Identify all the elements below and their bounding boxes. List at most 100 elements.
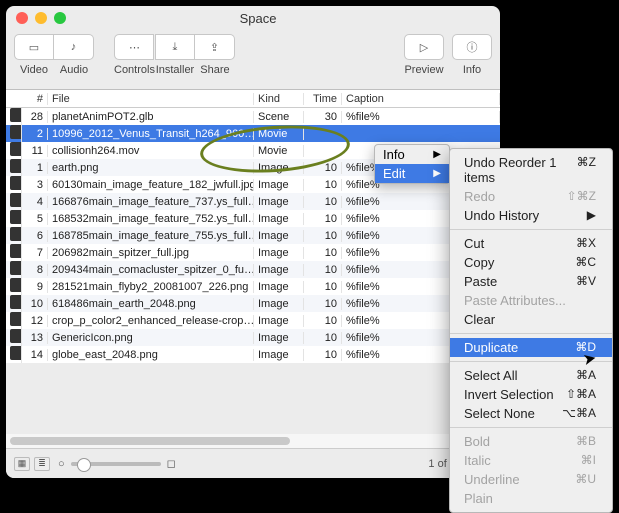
cell-file: GenericIcon.png <box>48 332 254 344</box>
menu-item: Redo⇧⌘Z <box>450 187 612 206</box>
col-file[interactable]: File <box>48 93 254 105</box>
chevron-right-icon: ▶ <box>433 168 441 179</box>
cell-kind: Image <box>254 332 304 344</box>
menu-label: Italic <box>464 453 491 468</box>
menu-item[interactable]: Cut ⌘X <box>450 234 612 253</box>
cell-num: 10 <box>22 298 48 310</box>
menu-label: Invert Selection <box>464 387 554 402</box>
cell-file: 209434main_comacluster_spitzer_0_fu… <box>48 264 254 276</box>
menu-shortcut: ⌘Z <box>577 155 596 185</box>
table-row[interactable]: 12crop_p_color2_enhanced_release-crop…Im… <box>6 312 500 329</box>
installer-button[interactable]: ⤓Installer <box>155 34 195 76</box>
col-caption[interactable]: Caption <box>342 93 500 105</box>
cell-kind: Image <box>254 349 304 361</box>
menu-shortcut: ⌘V <box>576 274 596 289</box>
cell-file: 281521main_flyby2_20081007_226.png <box>48 281 254 293</box>
titlebar[interactable]: Space <box>6 6 500 30</box>
cell-time: 10 <box>304 332 342 344</box>
thumbnail-icon <box>10 261 22 275</box>
menu-label: Select None <box>464 406 535 421</box>
menu-label: Underline <box>464 472 520 487</box>
menu-item[interactable]: Invert Selection⇧⌘A <box>450 385 612 404</box>
menu-shortcut: ⌘X <box>576 236 596 251</box>
cell-time: 10 <box>304 213 342 225</box>
menu-label: Cut <box>464 236 484 251</box>
cell-caption: %file% <box>342 111 500 123</box>
cell-time: 10 <box>304 298 342 310</box>
video-button[interactable]: ▭Video <box>14 34 54 76</box>
cell-time: 10 <box>304 196 342 208</box>
col-num[interactable]: # <box>22 93 48 105</box>
share-button[interactable]: ⇪Share <box>195 34 235 76</box>
menu-label: Select All <box>464 368 517 383</box>
menu-item: Italic⌘I <box>450 451 612 470</box>
preview-button[interactable]: ▷Preview <box>404 34 444 76</box>
col-time[interactable]: Time <box>304 93 342 105</box>
table-row[interactable]: 10618486main_earth_2048.pngImage10%file% <box>6 295 500 312</box>
menu-item[interactable]: Clear <box>450 310 612 329</box>
controls-button[interactable]: ⋯Controls <box>114 34 155 76</box>
menu-shortcut: ⌘B <box>576 434 596 449</box>
footer: ▦ ≣ ○ ◻ 1 of 29 Items <box>6 448 500 478</box>
cell-num: 4 <box>22 196 48 208</box>
cell-num: 9 <box>22 281 48 293</box>
list-view-icon[interactable]: ≣ <box>34 457 50 471</box>
cell-file: 168785main_image_feature_755.ys_full… <box>48 230 254 242</box>
thumbnail-icon <box>10 227 22 241</box>
menu-label: Paste Attributes... <box>464 293 566 308</box>
cell-time: 10 <box>304 179 342 191</box>
thumbnail-icon <box>10 125 22 139</box>
table-row[interactable]: 7206982main_spitzer_full.jpgImage10%file… <box>6 244 500 261</box>
cell-kind: Image <box>254 213 304 225</box>
table-header[interactable]: # File Kind Time Caption <box>6 90 500 108</box>
menu-item[interactable]: Paste⌘V <box>450 272 612 291</box>
menu-item[interactable]: Copy⌘C <box>450 253 612 272</box>
thumbnail-icon <box>10 295 22 309</box>
cell-file: 206982main_spitzer_full.jpg <box>48 247 254 259</box>
menu-label: Undo Reorder 1 items <box>464 155 577 185</box>
thumbnail-icon <box>10 210 22 224</box>
popover-info[interactable]: Info▶ <box>375 145 449 164</box>
table-row[interactable]: 14globe_east_2048.pngImage10%file% <box>6 346 500 363</box>
cell-time: 10 <box>304 230 342 242</box>
menu-item[interactable]: Undo History▶ <box>450 206 612 225</box>
zoom-slider[interactable] <box>71 462 161 466</box>
table-row[interactable]: 8209434main_comacluster_spitzer_0_fu…Ima… <box>6 261 500 278</box>
cell-num: 6 <box>22 230 48 242</box>
cell-num: 28 <box>22 111 48 123</box>
scrollbar-horizontal[interactable] <box>6 434 500 448</box>
audio-button[interactable]: ♪Audio <box>54 34 94 76</box>
thumbnail-icon <box>10 108 22 122</box>
menu-label: Undo History <box>464 208 539 223</box>
thumbnail-icon <box>10 159 22 173</box>
menu-shortcut: ⇧⌘Z <box>567 189 596 204</box>
menu-shortcut: ⌘U <box>575 472 596 487</box>
cell-kind: Movie <box>254 128 304 140</box>
cell-num: 5 <box>22 213 48 225</box>
menu-item[interactable]: Undo Reorder 1 items⌘Z <box>450 153 612 187</box>
menu-item: Underline ⌘U <box>450 470 612 489</box>
edit-submenu[interactable]: Undo Reorder 1 items⌘ZRedo⇧⌘ZUndo Histor… <box>449 148 613 513</box>
table-row[interactable]: 13GenericIcon.pngImage10%file% <box>6 329 500 346</box>
popover-edit[interactable]: Edit▶ <box>375 164 449 183</box>
cell-file: 168532main_image_feature_752.ys_full… <box>48 213 254 225</box>
cell-time: 10 <box>304 349 342 361</box>
table-row[interactable]: 4166876main_image_feature_737.ys_full…Im… <box>6 193 500 210</box>
grid-view-icon[interactable]: ▦ <box>14 457 30 471</box>
table-row[interactable]: 9281521main_flyby2_20081007_226.pngImage… <box>6 278 500 295</box>
info-button[interactable]: ⓘInfo <box>452 34 492 76</box>
table-row[interactable]: 6168785main_image_feature_755.ys_full…Im… <box>6 227 500 244</box>
col-kind[interactable]: Kind <box>254 93 304 105</box>
cell-file: 166876main_image_feature_737.ys_full… <box>48 196 254 208</box>
cell-file: crop_p_color2_enhanced_release-crop… <box>48 315 254 327</box>
menu-label: Plain <box>464 491 493 506</box>
cell-num: 2 <box>22 128 48 140</box>
context-popover[interactable]: Info▶ Edit▶ <box>374 144 450 184</box>
cell-file: 618486main_earth_2048.png <box>48 298 254 310</box>
menu-item[interactable]: Select None⌥⌘A <box>450 404 612 423</box>
menu-item: Plain <box>450 489 612 508</box>
table-row[interactable]: 28planetAnimPOT2.glbScene30%file% <box>6 108 500 125</box>
menu-item: Paste Attributes... <box>450 291 612 310</box>
table-row[interactable]: 5168532main_image_feature_752.ys_full…Im… <box>6 210 500 227</box>
table-row[interactable]: 210996_2012_Venus_Transit_h264_960…Movie <box>6 125 500 142</box>
